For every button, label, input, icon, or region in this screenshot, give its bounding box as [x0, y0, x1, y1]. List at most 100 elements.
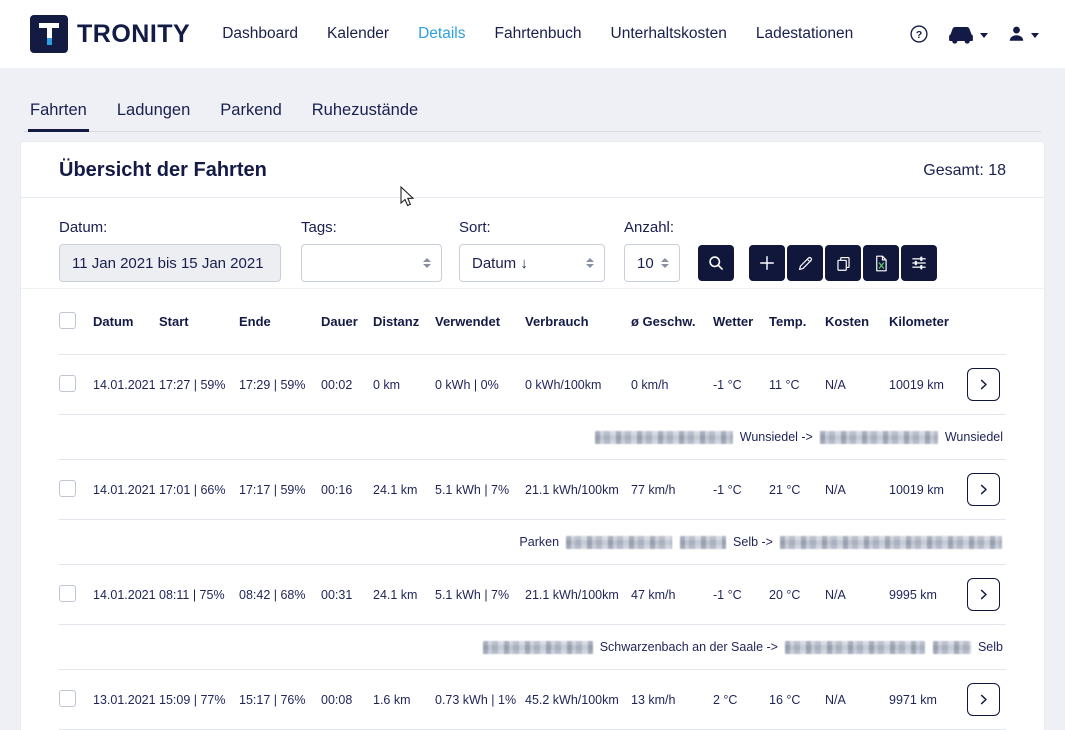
- chevron-right-icon: [976, 587, 991, 602]
- cell-dauer: 00:31: [321, 588, 373, 602]
- nav-kalender[interactable]: Kalender: [327, 25, 389, 43]
- cell-datum: 14.01.2021: [93, 378, 159, 392]
- row-expand-button[interactable]: [967, 578, 1000, 611]
- row-checkbox[interactable]: [59, 690, 76, 707]
- row-checkbox[interactable]: [59, 375, 76, 392]
- select-all-checkbox[interactable]: [59, 312, 76, 329]
- row-expand-button[interactable]: [967, 683, 1000, 716]
- cell-geschw: 77 km/h: [631, 483, 713, 497]
- total-count: Gesamt: 18: [923, 162, 1006, 180]
- search-button[interactable]: [698, 245, 734, 281]
- date-label: Datum:: [59, 219, 281, 236]
- select-arrows-icon: [586, 258, 594, 268]
- cell-kosten: N/A: [825, 693, 889, 707]
- route-text: Wunsiedel ->: [740, 430, 813, 444]
- count-filter: Anzahl: 10: [605, 219, 680, 282]
- caret-down-icon: [980, 33, 988, 38]
- col-verbrauch: Verbrauch: [525, 314, 631, 329]
- cell-verwendet: 0 kWh | 0%: [435, 378, 525, 392]
- redacted-address: [595, 431, 733, 444]
- cell-dauer: 00:16: [321, 483, 373, 497]
- tab-parkend[interactable]: Parkend: [218, 101, 283, 132]
- brand-name: TRONITY: [77, 20, 190, 49]
- cell-verbrauch: 21.1 kWh/100km: [525, 588, 631, 602]
- col-kosten: Kosten: [825, 314, 889, 329]
- export-excel-button[interactable]: [863, 245, 899, 281]
- table-row: 14.01.2021 08:11 | 75% 08:42 | 68% 00:31…: [59, 565, 1006, 625]
- col-wetter: Wetter: [713, 314, 769, 329]
- cell-geschw: 0 km/h: [631, 378, 713, 392]
- date-range-input[interactable]: 11 Jan 2021 bis 15 Jan 2021: [59, 244, 281, 282]
- cell-ende: 17:17 | 59%: [239, 483, 321, 497]
- tab-ladungen[interactable]: Ladungen: [115, 101, 192, 132]
- cell-datum: 14.01.2021: [93, 588, 159, 602]
- brand-logo[interactable]: TRONITY: [30, 15, 190, 53]
- tags-select[interactable]: [301, 244, 442, 282]
- page-title: Übersicht der Fahrten: [59, 159, 267, 182]
- col-datum: Datum: [93, 314, 159, 329]
- cell-kilometer: 9971 km: [889, 693, 967, 707]
- row-expand-button[interactable]: [967, 368, 1000, 401]
- edit-button[interactable]: [787, 245, 823, 281]
- columns-settings-button[interactable]: [901, 245, 937, 281]
- tags-label: Tags:: [301, 219, 442, 236]
- route-text: Selb ->: [733, 535, 773, 549]
- user-menu-button[interactable]: [1007, 24, 1039, 44]
- cell-kilometer: 10019 km: [889, 483, 967, 497]
- help-button[interactable]: ?: [909, 24, 929, 44]
- row-checkbox[interactable]: [59, 585, 76, 602]
- cell-distanz: 0 km: [373, 378, 435, 392]
- cell-verwendet: 5.1 kWh | 7%: [435, 483, 525, 497]
- cell-start: 15:09 | 77%: [159, 693, 239, 707]
- col-kilometer: Kilometer: [889, 314, 967, 329]
- pencil-icon: [796, 254, 815, 273]
- cell-wetter: -1 °C: [713, 483, 769, 497]
- chevron-right-icon: [976, 377, 991, 392]
- copy-button[interactable]: [825, 245, 861, 281]
- nav-fahrtenbuch[interactable]: Fahrtenbuch: [494, 25, 581, 43]
- sort-select[interactable]: Datum ↓: [459, 244, 605, 282]
- cell-verbrauch: 45.2 kWh/100km: [525, 693, 631, 707]
- col-distanz: Distanz: [373, 314, 435, 329]
- cell-kilometer: 10019 km: [889, 378, 967, 392]
- col-ende: Ende: [239, 314, 321, 329]
- excel-icon: [872, 254, 891, 273]
- copy-icon: [834, 254, 853, 273]
- cell-start: 17:27 | 59%: [159, 378, 239, 392]
- top-bar: TRONITY Dashboard Kalender Details Fahrt…: [0, 0, 1065, 68]
- row-expand-button[interactable]: [967, 473, 1000, 506]
- cell-verwendet: 0.73 kWh | 1%: [435, 693, 525, 707]
- select-arrows-icon: [423, 258, 431, 268]
- nav-unterhaltskosten[interactable]: Unterhaltskosten: [611, 25, 727, 43]
- row-checkbox[interactable]: [59, 480, 76, 497]
- main-nav: Dashboard Kalender Details Fahrtenbuch U…: [222, 25, 853, 43]
- nav-ladestationen[interactable]: Ladestationen: [756, 25, 853, 43]
- cell-datum: 14.01.2021: [93, 483, 159, 497]
- cell-kosten: N/A: [825, 483, 889, 497]
- col-temp: Temp.: [769, 314, 825, 329]
- redacted-address: [780, 536, 1002, 549]
- cell-start: 08:11 | 75%: [159, 588, 239, 602]
- tab-ruhezustaende[interactable]: Ruhezustände: [310, 101, 420, 132]
- cell-ende: 08:42 | 68%: [239, 588, 321, 602]
- select-arrows-icon: [661, 258, 669, 268]
- search-icon: [706, 253, 726, 273]
- cell-verbrauch: 0 kWh/100km: [525, 378, 631, 392]
- count-select-value: 10: [637, 255, 654, 272]
- date-filter: Datum: 11 Jan 2021 bis 15 Jan 2021: [59, 219, 281, 282]
- col-start: Start: [159, 314, 239, 329]
- sort-filter: Sort: Datum ↓: [442, 219, 605, 282]
- nav-details[interactable]: Details: [418, 25, 465, 43]
- add-button[interactable]: [749, 245, 785, 281]
- tab-fahrten[interactable]: Fahrten: [28, 101, 89, 132]
- table-header-row: Datum Start Ende Dauer Distanz Verwendet…: [59, 289, 1006, 355]
- vehicle-menu-button[interactable]: [948, 24, 988, 44]
- col-geschw: ø Geschw.: [631, 314, 713, 329]
- nav-dashboard[interactable]: Dashboard: [222, 25, 298, 43]
- cell-distanz: 1.6 km: [373, 693, 435, 707]
- table-row: 13.01.2021 15:09 | 77% 15:17 | 76% 00:08…: [59, 670, 1006, 730]
- cell-verwendet: 5.1 kWh | 7%: [435, 588, 525, 602]
- cell-ende: 17:29 | 59%: [239, 378, 321, 392]
- table-row: 14.01.2021 17:01 | 66% 17:17 | 59% 00:16…: [59, 460, 1006, 520]
- count-select[interactable]: 10: [624, 244, 680, 282]
